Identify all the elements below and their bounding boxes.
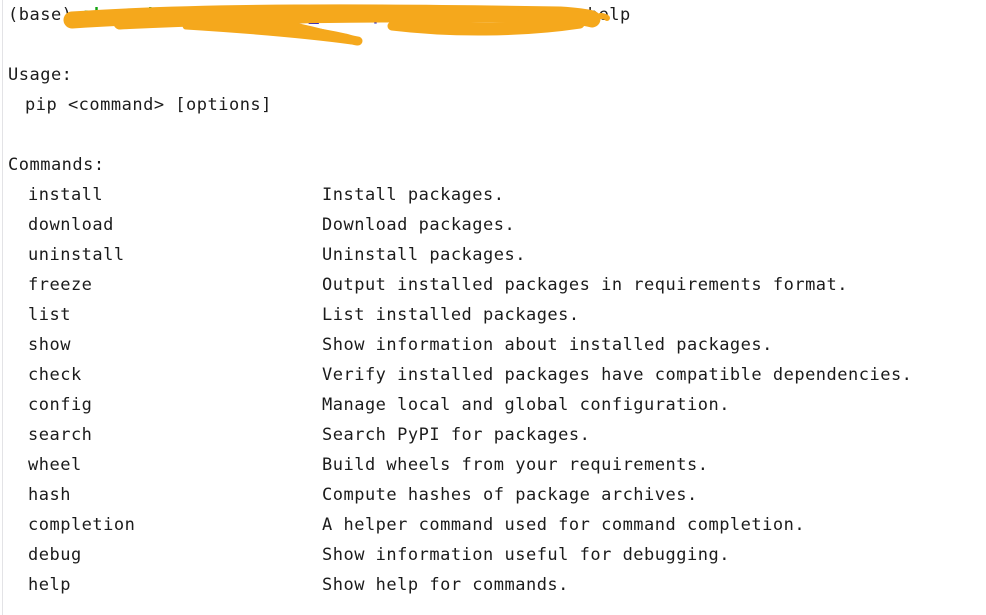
command-name: search <box>28 425 93 445</box>
command-description: Download packages. <box>322 215 516 235</box>
prompt-conda-env: (base) <box>8 5 73 25</box>
command-name: check <box>28 365 82 385</box>
command-description: Build wheels from your requirements. <box>322 455 709 475</box>
prompt-user-host: zhangchun0he1217 <box>83 5 255 25</box>
command-name: uninstall <box>28 245 125 265</box>
command-row: debug Show information useful for debuggi… <box>0 540 986 570</box>
command-description: Uninstall packages. <box>322 245 526 265</box>
command-description: Search PyPI for packages. <box>322 425 591 445</box>
terminal-window[interactable]: (base) zhangchun0he1217:~/py_workspace/p… <box>0 0 986 615</box>
command-description: Manage local and global configuration. <box>322 395 730 415</box>
command-name: list <box>28 305 71 325</box>
command-row: completion A helper command used for comm… <box>0 510 986 540</box>
command-name: download <box>28 215 114 235</box>
prompt-dollar-sign: $ <box>501 5 513 25</box>
command-row: download Download packages. <box>0 210 986 240</box>
command-description: Output installed packages in requirement… <box>322 275 849 295</box>
command-row: install Install packages. <box>0 180 986 210</box>
command-name: freeze <box>28 275 93 295</box>
command-row: show Show information about installed pac… <box>0 330 986 360</box>
command-description: Compute hashes of package archives. <box>322 485 698 505</box>
command-name: config <box>28 395 93 415</box>
command-description: Show information about installed package… <box>322 335 773 355</box>
command-row: hash Compute hashes of package archives. <box>0 480 986 510</box>
command-description: Show information useful for debugging. <box>322 545 730 565</box>
prompt-separator: : <box>254 5 266 25</box>
commands-heading: Commands: <box>8 155 105 175</box>
command-row: uninstall Uninstall packages. <box>0 240 986 270</box>
command-row: check Verify installed packages have comp… <box>0 360 986 390</box>
usage-syntax: pip <command> [options] <box>25 95 272 115</box>
command-description: Install packages. <box>322 185 505 205</box>
command-row: search Search PyPI for packages. <box>0 420 986 450</box>
typed-command: pip --help <box>512 5 631 25</box>
command-row: config Manage local and global configurat… <box>0 390 986 420</box>
command-name: help <box>28 575 71 595</box>
command-row: help Show help for commands. <box>0 570 986 600</box>
prompt-working-directory: ~/py_workspace/project <box>265 5 502 25</box>
command-description: A helper command used for command comple… <box>322 515 806 535</box>
command-name: hash <box>28 485 71 505</box>
command-name: show <box>28 335 71 355</box>
command-row: list List installed packages. <box>0 300 986 330</box>
command-name: completion <box>28 515 136 535</box>
command-description: Show help for commands. <box>322 575 569 595</box>
command-name: install <box>28 185 104 205</box>
shell-prompt-line: (base) zhangchun0he1217:~/py_workspace/p… <box>8 0 631 30</box>
command-description: Verify installed packages have compatibl… <box>322 365 913 385</box>
command-row: freeze Output installed packages in requi… <box>0 270 986 300</box>
usage-heading: Usage: <box>8 65 73 85</box>
command-name: debug <box>28 545 82 565</box>
command-row: wheel Build wheels from your requirements… <box>0 450 986 480</box>
command-name: wheel <box>28 455 82 475</box>
command-description: List installed packages. <box>322 305 580 325</box>
